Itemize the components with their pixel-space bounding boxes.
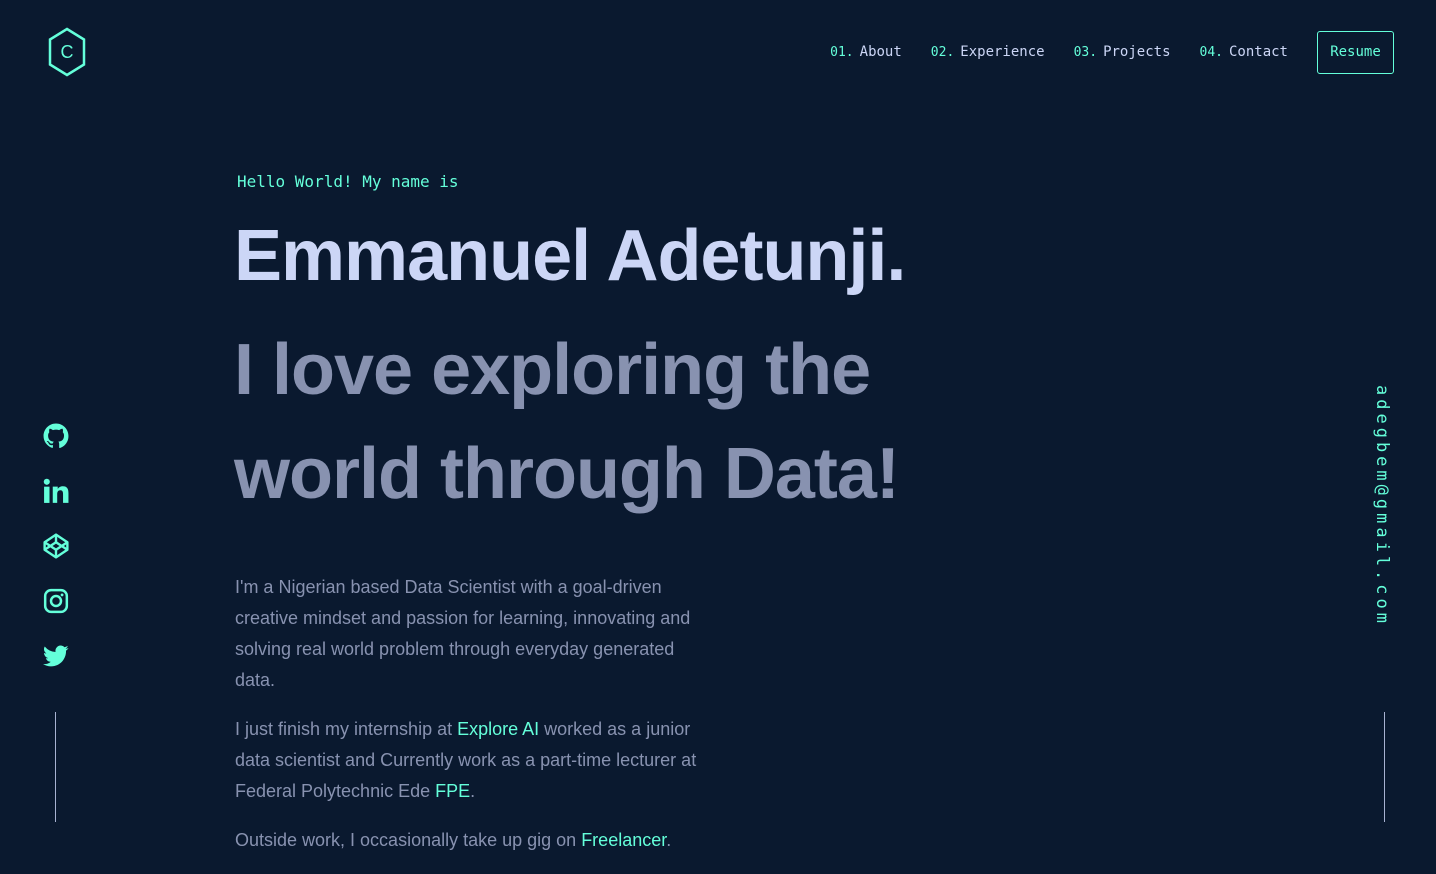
nav-number: 03. — [1073, 45, 1098, 60]
nav-label: About — [859, 44, 902, 60]
nav-label: Projects — [1103, 44, 1171, 60]
freelancer-link[interactable]: Freelancer — [581, 830, 666, 850]
nav-contact[interactable]: 04. Contact — [1200, 44, 1289, 60]
nav-experience[interactable]: 02. Experience — [931, 44, 1045, 60]
instagram-link[interactable] — [42, 587, 70, 615]
right-divider-line — [1384, 712, 1385, 822]
hexagon-logo-icon: C — [48, 27, 86, 77]
bio-text: I just finish my internship at — [235, 719, 458, 739]
nav-label: Experience — [960, 44, 1045, 60]
linkedin-icon — [43, 478, 69, 503]
hero-name: Emmanuel Adetunji. — [234, 216, 906, 296]
github-link[interactable] — [42, 422, 70, 450]
github-icon — [43, 423, 69, 449]
twitter-link[interactable] — [42, 642, 70, 670]
linkedin-link[interactable] — [42, 477, 70, 505]
left-divider-line — [55, 712, 56, 822]
logo-letter: C — [61, 42, 74, 62]
logo[interactable]: C — [47, 27, 87, 77]
social-links — [42, 422, 70, 697]
nav-number: 02. — [930, 45, 955, 60]
nav-number: 01. — [830, 45, 854, 60]
nav-about[interactable]: 01. About — [830, 44, 902, 60]
codepen-link[interactable] — [42, 532, 70, 560]
hero-tagline: I love exploring the world through Data! — [234, 330, 900, 514]
explore-ai-link[interactable]: Explore AI — [457, 719, 539, 739]
fpe-link[interactable]: FPE — [435, 781, 470, 801]
bio-paragraph: I just finish my internship at Explore A… — [235, 714, 715, 807]
hero-bio: I'm a Nigerian based Data Scientist with… — [235, 572, 715, 874]
bio-text: Outside work, I occasionally take up gig… — [235, 830, 582, 850]
nav-label: Contact — [1228, 44, 1288, 60]
resume-button[interactable]: Resume — [1317, 30, 1394, 74]
nav-number: 04. — [1199, 45, 1223, 60]
bio-text: . — [470, 781, 476, 801]
bio-paragraph: Outside work, I occasionally take up gig… — [235, 825, 715, 856]
instagram-icon — [43, 588, 69, 614]
codepen-icon — [43, 533, 69, 559]
email-sidebar: adegbem@gmail.com — [1372, 385, 1400, 685]
nav-projects[interactable]: 03. Projects — [1074, 44, 1171, 60]
email-link[interactable]: adegbem@gmail.com — [1372, 385, 1392, 627]
hero-greeting: Hello World! My name is — [237, 172, 459, 191]
bio-paragraph: I'm a Nigerian based Data Scientist with… — [235, 577, 691, 690]
main-nav: 01. About 02. Experience 03. Projects 04… — [801, 0, 1394, 104]
twitter-icon — [43, 645, 69, 667]
bio-text: . — [666, 830, 672, 850]
